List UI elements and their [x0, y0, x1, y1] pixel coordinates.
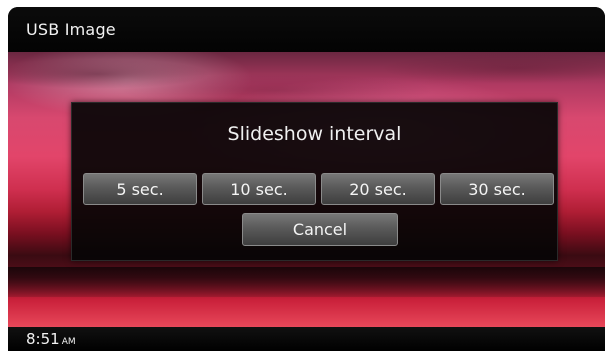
interval-10-sec-button[interactable]: 10 sec. — [202, 173, 316, 205]
head-unit-screen: USB Image Slideshow interval 5 sec. 10 s… — [8, 7, 605, 351]
dialog-title: Slideshow interval — [227, 123, 402, 145]
status-bar: 8:51 AM — [8, 327, 605, 351]
cancel-button[interactable]: Cancel — [242, 213, 398, 246]
clock: 8:51 AM — [26, 330, 76, 348]
interval-5-sec-button[interactable]: 5 sec. — [83, 173, 197, 205]
screen-title: USB Image — [26, 20, 116, 39]
background-horizon — [8, 267, 605, 297]
clock-time: 8:51 — [26, 330, 60, 348]
title-bar: USB Image — [8, 7, 605, 52]
clock-ampm: AM — [61, 337, 76, 347]
interval-20-sec-button[interactable]: 20 sec. — [321, 173, 435, 205]
interval-30-sec-button[interactable]: 30 sec. — [440, 173, 554, 205]
slideshow-interval-dialog: Slideshow interval 5 sec. 10 sec. 20 sec… — [71, 102, 558, 261]
